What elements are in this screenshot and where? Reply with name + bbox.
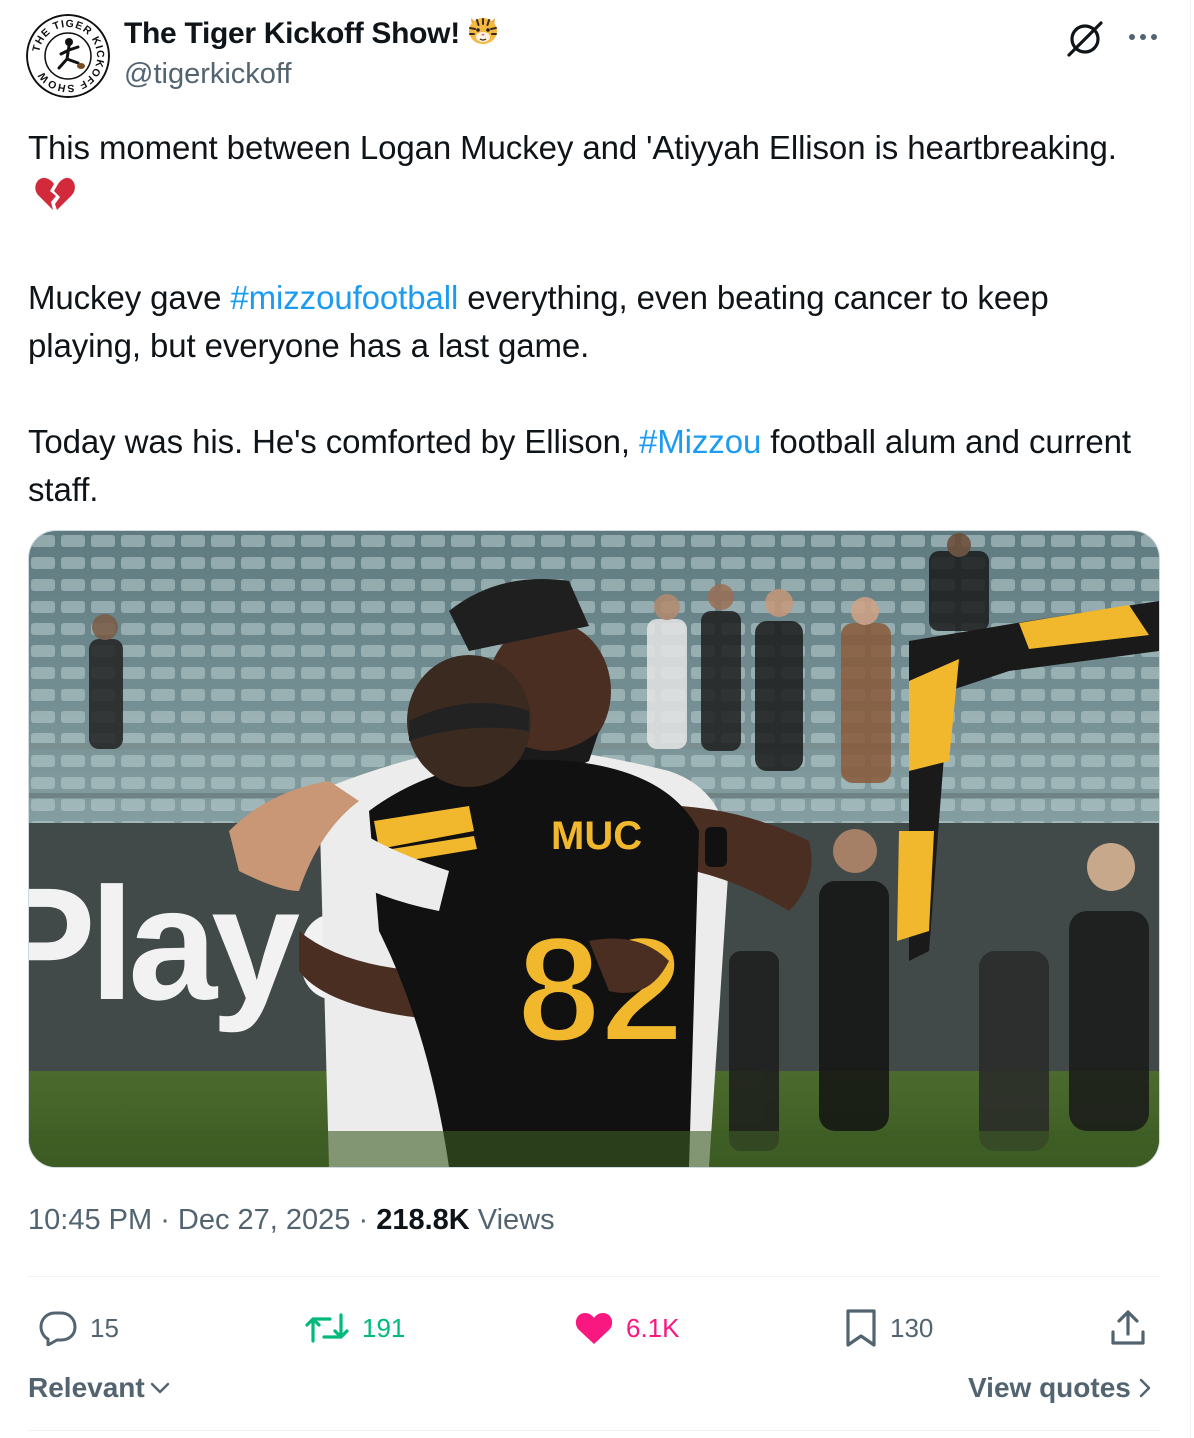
author-display-name[interactable]: The Tiger Kickoff Show! (124, 14, 500, 54)
jersey-number-text: 82 (517, 905, 684, 1073)
divider-top (28, 1276, 1160, 1277)
tweet-media-photo[interactable]: Playe (28, 530, 1160, 1168)
tiger-face-emoji-icon (466, 14, 500, 54)
jersey-name-text: MUC (551, 814, 642, 858)
share-upload-icon (1111, 1310, 1145, 1345)
reply-bubble-icon (39, 1311, 77, 1346)
views-label: Views (469, 1204, 555, 1236)
repost-arrows-icon (305, 1313, 349, 1343)
tweet-paragraph-3: Today was his. He's comforted by Ellison… (28, 418, 1158, 514)
view-quotes-link[interactable]: View quotes (968, 1372, 1153, 1404)
author-name-text: The Tiger Kickoff Show! (124, 17, 460, 50)
reply-count: 15 (90, 1312, 119, 1343)
share-button[interactable] (1108, 1306, 1148, 1350)
more-options-button[interactable] (1124, 20, 1162, 54)
tweet-p1-text: This moment between Logan Muckey and 'At… (28, 129, 1117, 166)
heart-filled-icon (575, 1313, 613, 1344)
sort-relevant-dropdown[interactable]: Relevant (28, 1372, 171, 1404)
hashtag-mizzou-link[interactable]: #Mizzou (639, 423, 761, 460)
view-quotes-label: View quotes (968, 1372, 1131, 1403)
tweet-p3-before: Today was his. He's comforted by Ellison… (28, 423, 640, 460)
chevron-down-icon (150, 1382, 169, 1394)
broken-heart-emoji-icon (34, 175, 76, 226)
avatar[interactable]: THE TIGER KICKOFF SHOW (26, 14, 110, 98)
hashtag-mizzoufootball-link[interactable]: #mizzoufootball (230, 279, 458, 316)
grok-icon (1067, 21, 1103, 57)
tweet-time[interactable]: 10:45 PM (28, 1204, 152, 1236)
more-dots-icon (1129, 34, 1157, 40)
like-button[interactable]: 6.1K (574, 1306, 680, 1350)
tweet-metadata: 10:45 PM · Dec 27, 2025 · 218.8K Views (28, 1204, 555, 1237)
repost-count: 191 (362, 1312, 406, 1343)
meta-separator: · (350, 1204, 377, 1236)
reply-button[interactable]: 15 (38, 1306, 119, 1350)
stadium-hug-photo: Playe (29, 531, 1159, 1167)
bookmark-icon (846, 1309, 876, 1347)
views-count: 218.8K (376, 1204, 470, 1236)
divider-bottom (28, 1430, 1160, 1431)
tweet-paragraph-1: This moment between Logan Muckey and 'At… (28, 124, 1158, 226)
bookmark-count: 130 (890, 1312, 934, 1343)
tiger-kickoff-logo: THE TIGER KICKOFF SHOW (26, 14, 110, 98)
grok-button[interactable] (1064, 18, 1106, 60)
tweet-date[interactable]: Dec 27, 2025 (178, 1204, 351, 1236)
repost-button[interactable]: 191 (304, 1306, 405, 1350)
right-border (1190, 0, 1191, 1438)
chevron-right-icon (1139, 1378, 1151, 1398)
divider-spacer (28, 1366, 1160, 1367)
meta-separator: · (152, 1204, 178, 1236)
tweet-text: This moment between Logan Muckey and 'At… (28, 124, 1158, 514)
like-count: 6.1K (626, 1312, 680, 1343)
author-handle[interactable]: @tigerkickoff (124, 58, 292, 91)
bookmark-button[interactable]: 130 (844, 1306, 933, 1350)
sort-label: Relevant (28, 1372, 145, 1403)
tweet-p2-before: Muckey gave (28, 279, 231, 316)
tweet-paragraph-2: Muckey gave #mizzoufootball everything, … (28, 274, 1158, 370)
